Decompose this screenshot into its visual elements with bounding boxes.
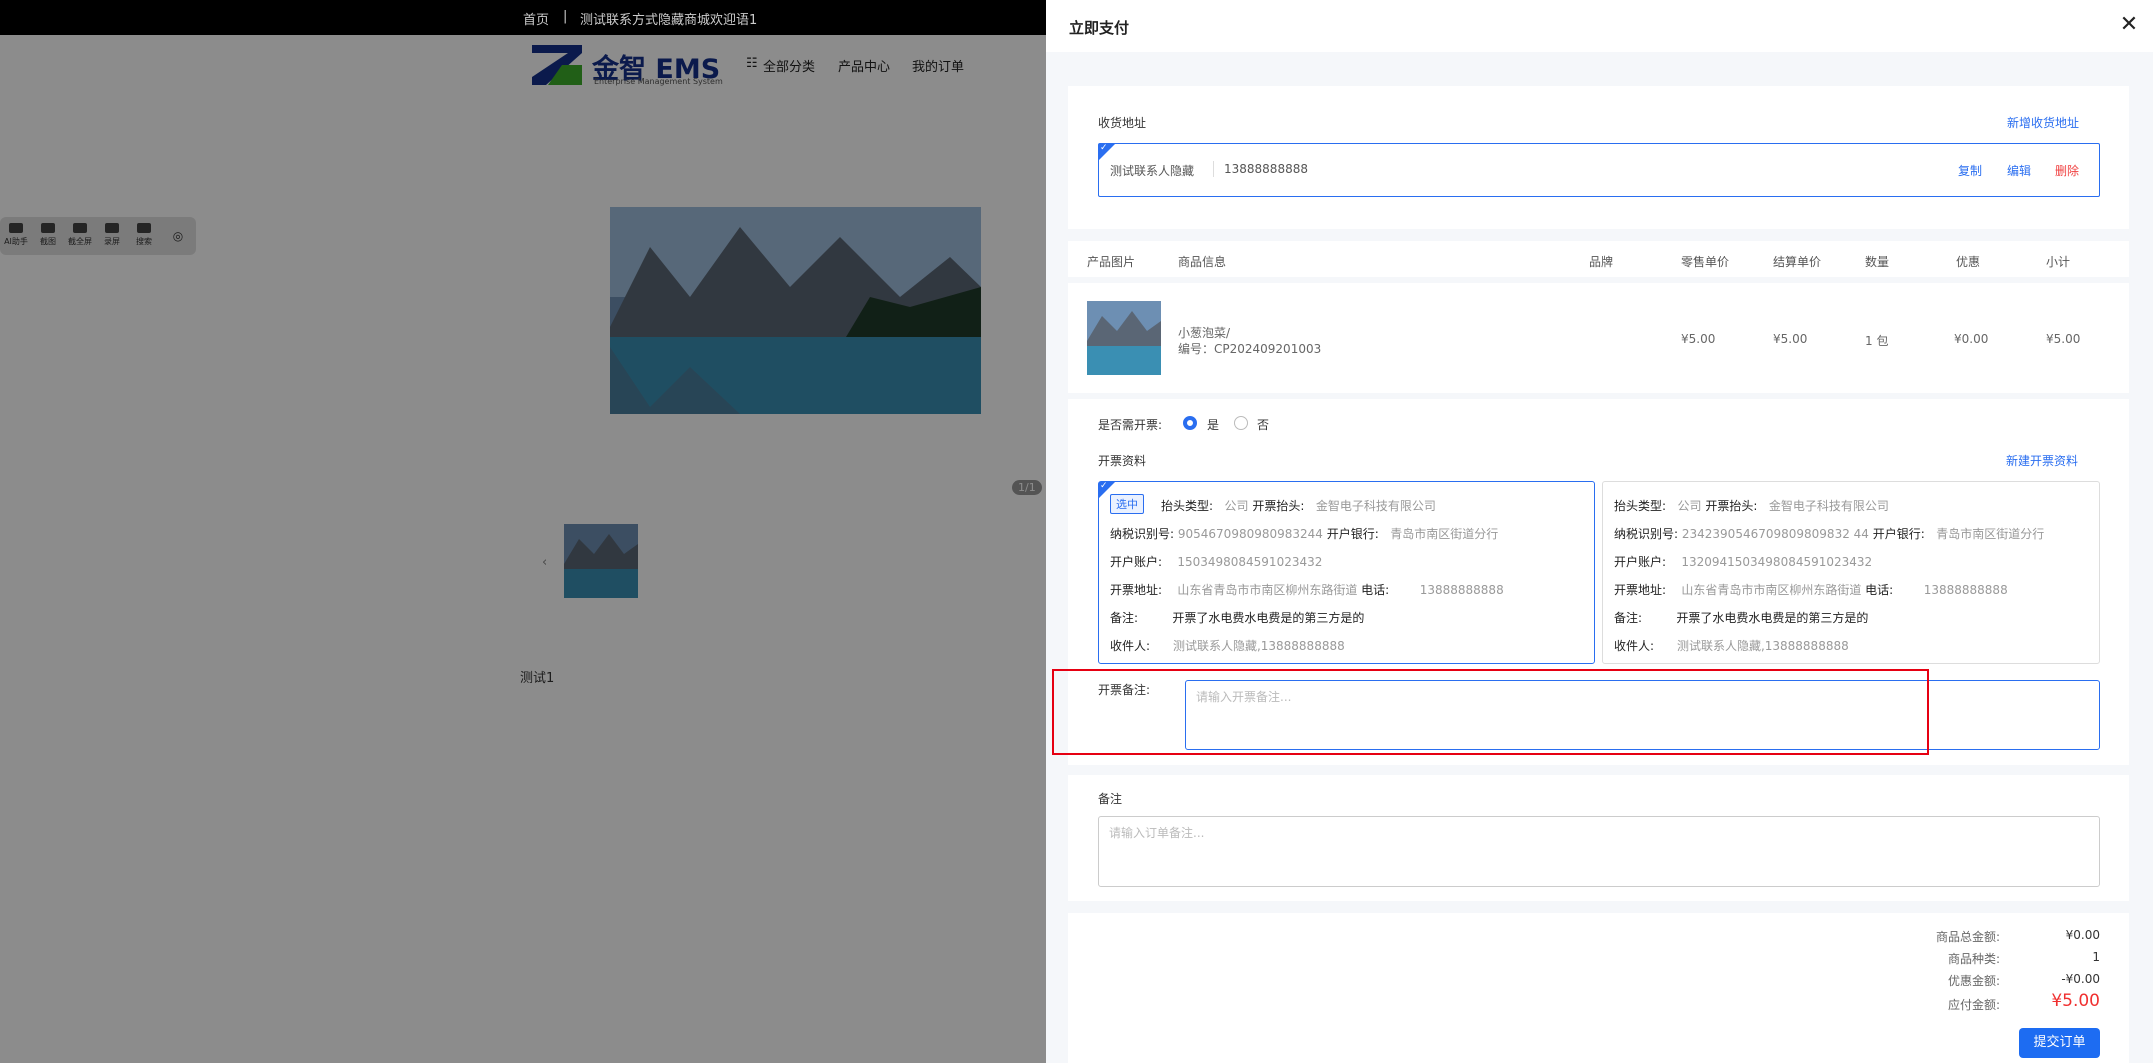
invoice-info-label: 开票资料 [1098, 454, 1147, 468]
receiver-value: 测试联系人隐藏,13888888888 [1172, 639, 1345, 653]
type-value: 公司 [1224, 499, 1249, 513]
bank-label: 开户银行: [1326, 527, 1379, 541]
remark-value: 开票了水电费水电费是的第三方是的 [1172, 611, 1365, 625]
product-image [1087, 301, 1161, 375]
tel-value: 13888888888 [1923, 583, 2008, 597]
copy-address-link[interactable]: 复制 [1958, 162, 1982, 179]
remark-value: 开票了水电费水电费是的第三方是的 [1676, 611, 1869, 625]
tel-value: 13888888888 [1419, 583, 1504, 597]
bank-label: 开户银行: [1872, 527, 1925, 541]
type-label: 抬头类型: [1161, 499, 1214, 513]
receiver-label: 收件人: [1110, 639, 1151, 653]
welcome-text: 测试联系方式隐藏商城欢迎语1 [580, 13, 758, 28]
bank-value: 青岛市南区街道分行 [1936, 527, 2045, 541]
account-value: 1320941503498084591023432 [1681, 555, 1873, 569]
col-retail: 零售单价 [1681, 255, 1730, 269]
invoice-card-1[interactable]: ✓ 选中 抬头类型: 公司 开票抬头: 金智电子科技有限公司 纳税识别号: 90… [1098, 481, 1595, 664]
col-subtotal: 小计 [2046, 255, 2071, 269]
settle-price: ¥5.00 [1773, 332, 1808, 346]
discount-label: 优惠金额: [1947, 974, 2000, 988]
invoice-card-2[interactable]: 抬头类型: 公司 开票抬头: 金智电子科技有限公司 纳税识别号: 2342390… [1602, 481, 2100, 664]
tax-label: 纳税识别号: [1614, 527, 1679, 541]
account-label: 开户账户: [1614, 555, 1667, 569]
col-settle: 结算单价 [1773, 255, 1822, 269]
addr-label: 开票地址: [1614, 583, 1667, 597]
payable-value: ¥5.00 [2051, 991, 2100, 1011]
discount: ¥0.00 [1954, 332, 1989, 346]
highlight-frame [1052, 669, 1929, 755]
address-phone: 13888888888 [1224, 162, 1308, 176]
bank-value: 青岛市南区街道分行 [1390, 527, 1499, 541]
invoice-no-radio[interactable] [1234, 416, 1248, 430]
address-label: 收货地址 [1098, 116, 1147, 130]
product-code: 编号：CP202409201003 [1178, 342, 1322, 356]
kinds-label: 商品种类: [1947, 952, 2000, 966]
tel-label: 电话: [1361, 583, 1390, 597]
address-name: 测试联系人隐藏 [1110, 164, 1195, 178]
title-label: 开票抬头: [1252, 499, 1305, 513]
receiver-label: 收件人: [1614, 639, 1655, 653]
invoice-yes-radio[interactable] [1183, 416, 1197, 430]
submit-order-button[interactable]: 提交订单 [2019, 1028, 2100, 1058]
tax-value: 2342390546709809809832 44 [1681, 527, 1869, 541]
payable-label: 应付金额: [1947, 998, 2000, 1012]
top-bar: 首页 | 测试联系方式隐藏商城欢迎语1 [0, 0, 1046, 35]
address-divider [1213, 161, 1214, 177]
addr-value: 山东省青岛市市南区柳州东路街道 [1177, 583, 1358, 597]
col-qty: 数量 [1865, 255, 1890, 269]
col-brand: 品牌 [1589, 255, 1614, 269]
addr-label: 开票地址: [1110, 583, 1163, 597]
tel-label: 电话: [1865, 583, 1894, 597]
quantity: 1 包 [1865, 334, 1889, 348]
topbar-divider: | [563, 9, 568, 24]
col-discount: 优惠 [1956, 255, 1981, 269]
retail-price: ¥5.00 [1681, 332, 1716, 346]
receiver-value: 测试联系人隐藏,13888888888 [1676, 639, 1849, 653]
delete-address-link[interactable]: 删除 [2055, 162, 2079, 179]
edit-address-link[interactable]: 编辑 [2007, 162, 2031, 179]
title-value: 金智电子科技有限公司 [1315, 499, 1436, 513]
type-value: 公司 [1677, 499, 1702, 513]
drawer-header: 立即支付 ✕ [1046, 0, 2153, 52]
invoice-need-label: 是否需开票: [1098, 418, 1163, 432]
product-name: 小葱泡菜/ [1178, 326, 1231, 340]
addr-value: 山东省青岛市市南区柳州东路街道 [1681, 583, 1862, 597]
tax-value: 9054670980980983244 [1177, 527, 1323, 541]
note-label: 备注 [1098, 792, 1123, 806]
total-value: ¥0.00 [2065, 928, 2100, 942]
drawer-title: 立即支付 [1069, 19, 1130, 37]
remark-label: 备注: [1614, 611, 1643, 625]
account-value: 1503498084591023432 [1177, 555, 1323, 569]
selected-tag: 选中 [1110, 494, 1144, 514]
invoice-yes-label: 是 [1207, 418, 1220, 432]
address-item[interactable]: ✓ 测试联系人隐藏 13888888888 复制 编辑 删除 [1098, 143, 2100, 197]
kinds-value: 1 [2092, 950, 2100, 964]
col-image: 产品图片 [1087, 255, 1136, 269]
new-invoice-link[interactable]: 新建开票资料 [2006, 452, 2078, 469]
account-label: 开户账户: [1110, 555, 1163, 569]
subtotal: ¥5.00 [2046, 332, 2081, 346]
total-label: 商品总金额: [1935, 930, 2000, 944]
col-info: 商品信息 [1178, 255, 1227, 269]
invoice-no-label: 否 [1257, 418, 1270, 432]
check-icon: ✓ [1100, 481, 1108, 491]
tax-label: 纳税识别号: [1110, 527, 1175, 541]
close-icon[interactable]: ✕ [2117, 14, 2141, 38]
order-note-input[interactable]: 请输入订单备注... [1098, 816, 2100, 887]
remark-label: 备注: [1110, 611, 1139, 625]
modal-overlay[interactable] [0, 35, 1046, 1063]
discount-value: -¥0.00 [2061, 972, 2100, 986]
type-label: 抬头类型: [1614, 499, 1667, 513]
title-value: 金智电子科技有限公司 [1768, 499, 1889, 513]
check-icon: ✓ [1100, 143, 1108, 153]
add-address-link[interactable]: 新增收货地址 [2007, 114, 2079, 131]
title-label: 开票抬头: [1705, 499, 1758, 513]
home-link[interactable]: 首页 [523, 9, 549, 28]
